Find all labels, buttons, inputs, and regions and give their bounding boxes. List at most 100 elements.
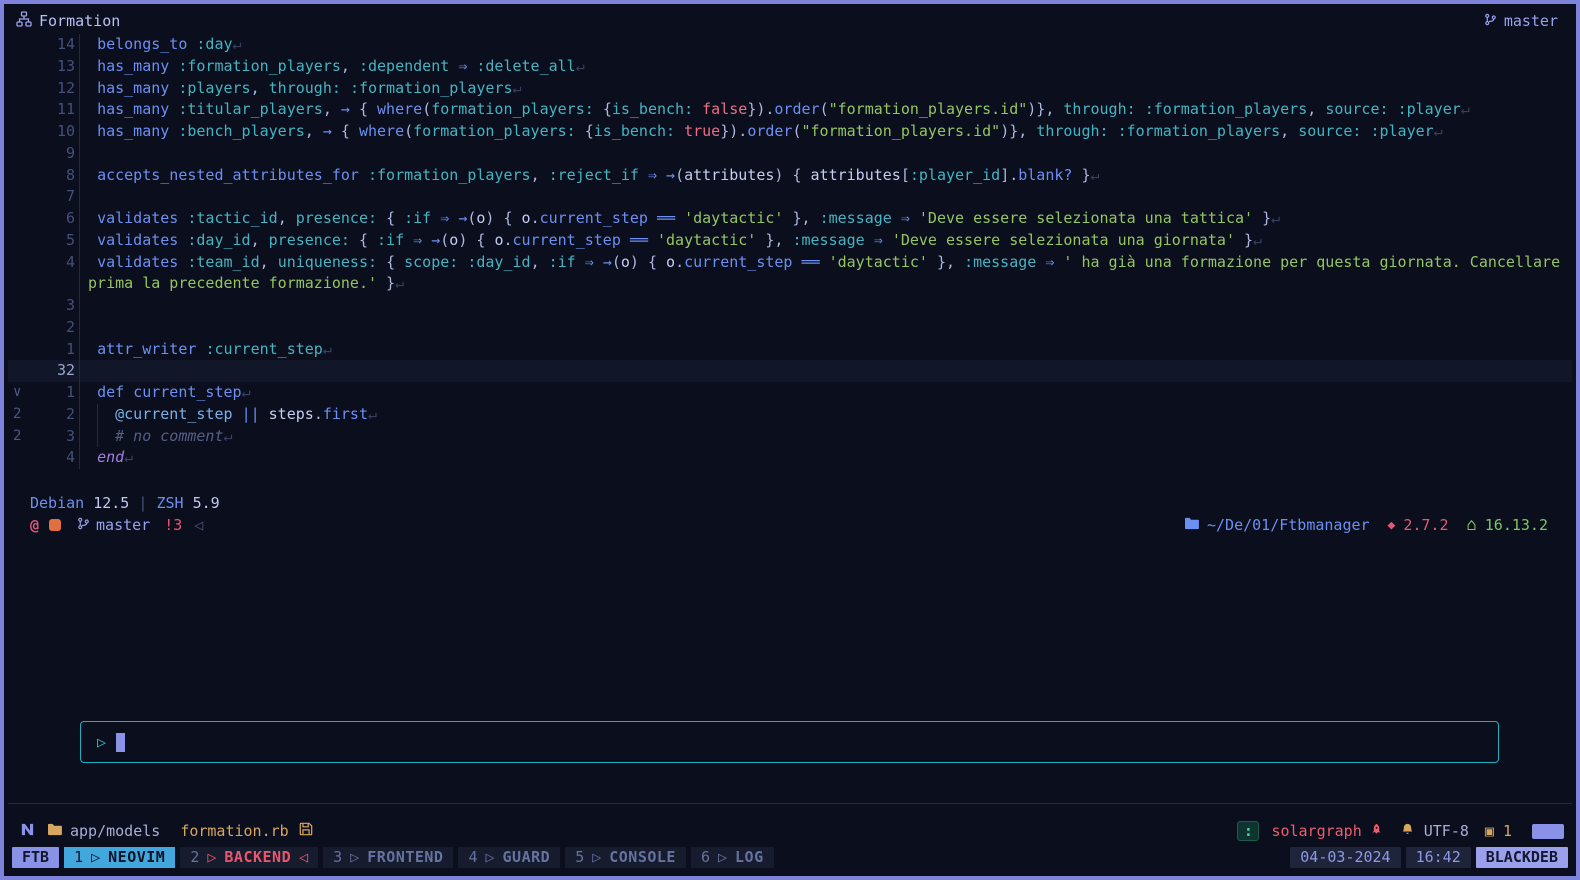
code-line[interactable]: 3 — [8, 295, 1572, 317]
code-line[interactable]: ∨ 1 def current_step↵ — [8, 382, 1572, 404]
code-text: has_many :bench_players, → { where(forma… — [79, 121, 1572, 143]
code-token: o — [449, 230, 459, 249]
code-line[interactable]: 2 3 # no comment↵ — [8, 425, 1572, 448]
code-line[interactable]: 9 — [8, 142, 1572, 165]
code-line[interactable]: 2 — [8, 316, 1572, 339]
code-token: :formation_players — [349, 78, 513, 97]
tab-number: 3 — [333, 847, 343, 866]
sign-column — [8, 273, 35, 295]
code-token: ' ha già una formazione per questa giorn… — [1063, 252, 1561, 271]
play-icon: ▷ — [592, 847, 602, 866]
folder-icon — [47, 822, 62, 840]
code-token: } — [1244, 230, 1254, 249]
sign-column — [8, 121, 35, 143]
indent-guide — [97, 403, 98, 426]
bell-icon — [1401, 822, 1414, 840]
code-token: is_bench: — [611, 100, 694, 119]
line-number: 8 — [65, 165, 75, 184]
code-token: "formation_players.id" — [828, 100, 1028, 119]
code-token: ⇒ — [873, 230, 883, 249]
tab-log[interactable]: 6 ▷ LOG — [690, 846, 774, 868]
code-token: , — [1307, 100, 1317, 119]
code-line[interactable]: 10 has_many :bench_players, → { where(fo… — [8, 121, 1572, 143]
code-token: accepts_nested_attributes_for — [97, 165, 359, 184]
code-line[interactable]: 4 validates :team_id, uniqueness: { scop… — [8, 251, 1572, 274]
terminal-input[interactable]: ▷ — [80, 721, 1499, 763]
session-name[interactable]: FTB — [12, 846, 60, 868]
winbar: Formation master — [8, 8, 1572, 34]
code-line[interactable]: 1 attr_writer :current_step↵ — [8, 338, 1572, 361]
tab-number: 5 — [575, 847, 585, 866]
code-token: { — [358, 100, 368, 119]
indent-guide — [79, 55, 80, 78]
code-area: 14 belongs_to :day↵ 13 has_many :formatio… — [8, 34, 1572, 469]
code-line[interactable]: 32 — [8, 360, 1572, 382]
status-date: 04-03-2024 — [1290, 846, 1401, 868]
winbar-git: master — [1484, 12, 1558, 31]
code-line[interactable]: 4 end↵ — [8, 447, 1572, 469]
code-token: . — [738, 122, 748, 140]
code-line[interactable]: 12 has_many :players, through: :formatio… — [8, 77, 1572, 100]
code-line[interactable]: 14 belongs_to :day↵ — [8, 34, 1572, 56]
encoding: UTF-8 — [1423, 822, 1469, 840]
code-text: end↵ — [79, 447, 1572, 469]
code-token: o — [666, 252, 676, 271]
code-text: validates :team_id, uniqueness: { scope:… — [79, 251, 1572, 274]
code-token: :reject_if — [548, 165, 639, 184]
line-number: 4 — [65, 252, 75, 271]
indent-guide — [79, 142, 80, 165]
tab-console[interactable]: 5 ▷ CONSOLE — [565, 846, 686, 868]
code-token: prima la precedente formazione.' — [88, 274, 378, 293]
code-token: source: — [1325, 100, 1389, 119]
code-token: ( — [422, 100, 432, 119]
code-token: formation_players: — [431, 100, 594, 119]
code-token: , — [1280, 122, 1290, 140]
greeting-token: 12.5 — [93, 494, 130, 512]
sign-column: ∨ — [13, 384, 22, 400]
tab-neovim[interactable]: 1 ▷ NEOVIM — [64, 846, 176, 868]
eol-mark: ↵ — [1460, 100, 1470, 119]
code-token: end — [97, 448, 125, 467]
code-line[interactable]: 11 has_many :titular_players, → { where(… — [8, 99, 1572, 121]
indent-guide — [79, 77, 80, 100]
code-token: } — [386, 274, 396, 293]
tab-guard[interactable]: 4 ▷ GUARD — [458, 846, 561, 868]
code-token: } — [792, 209, 802, 227]
play-icon: ▷ — [97, 733, 107, 751]
code-line[interactable]: 7 — [8, 186, 1572, 208]
tab-label: CONSOLE — [609, 847, 676, 866]
tab-backend[interactable]: 2 ▷ BACKEND ◁ — [180, 846, 319, 868]
tab-label: NEOVIM — [108, 847, 166, 866]
tab-frontend[interactable]: 3 ▷ FRONTEND — [323, 846, 454, 868]
code-line[interactable]: 2 2 @current_step || steps.first↵ — [8, 403, 1572, 426]
line-number: 12 — [56, 78, 75, 97]
code-line[interactable]: 13 has_many :formation_players, :depende… — [8, 55, 1572, 78]
code-line[interactable]: 8 accepts_nested_attributes_for :formati… — [8, 164, 1572, 187]
code-text — [79, 360, 1572, 382]
code-line[interactable]: 6 validates :tactic_id, presence: { :if … — [8, 208, 1572, 230]
indent-guide — [79, 425, 80, 448]
code-token: )} — [1027, 100, 1046, 119]
code-line[interactable]: prima la precedente formazione.' }↵ — [8, 273, 1572, 295]
code-line[interactable]: 5 validates :day_id, presence: { :if ⇒ →… — [8, 229, 1572, 252]
sign-column — [8, 295, 35, 317]
sign-column — [8, 143, 35, 165]
code-token: :dependent — [358, 56, 450, 75]
